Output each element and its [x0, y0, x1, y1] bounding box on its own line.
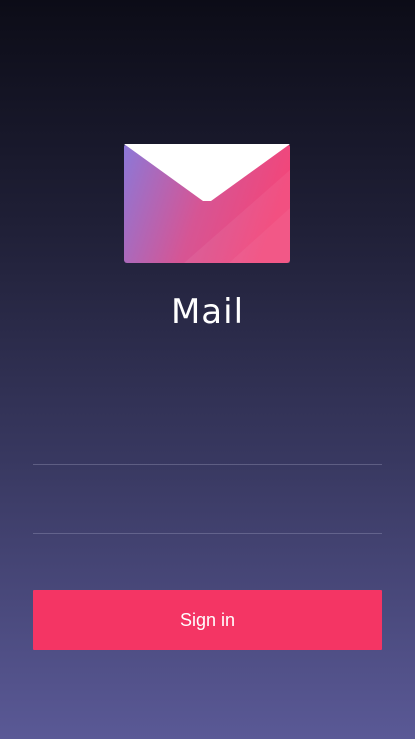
sign-in-button[interactable]: Sign in	[33, 590, 382, 650]
app-title: Mail	[170, 292, 245, 332]
password-field[interactable]	[33, 494, 382, 534]
envelope-icon	[124, 144, 290, 263]
username-field[interactable]	[33, 425, 382, 465]
